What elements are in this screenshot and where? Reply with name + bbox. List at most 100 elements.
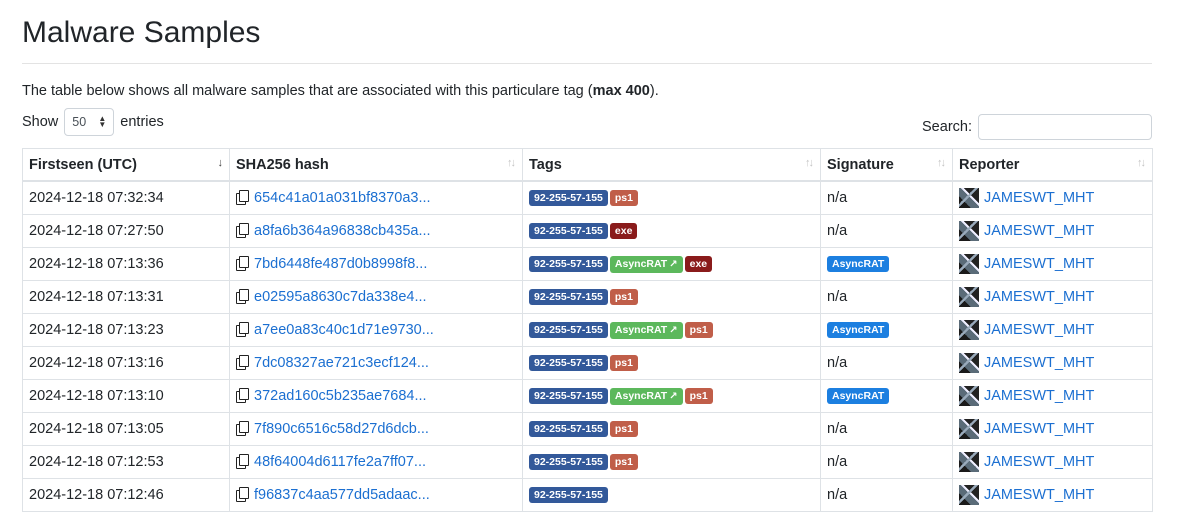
reporter-link[interactable]: JAMESWT_MHT	[984, 289, 1094, 305]
reporter-link[interactable]: JAMESWT_MHT	[984, 454, 1094, 470]
intro-text: The table below shows all malware sample…	[22, 64, 1152, 106]
tag-badge-exe[interactable]: exe	[609, 223, 638, 239]
tag-badge-async[interactable]: AsyncRAT ↗	[609, 387, 683, 405]
reporter-avatar	[959, 485, 979, 505]
tag-badge-ip[interactable]: 92-255-57-155	[529, 255, 608, 272]
sha256-hash-link[interactable]: e02595a8630c7da338e4...	[254, 289, 427, 305]
cell-tags: 92-255-57-155 ps1	[522, 280, 821, 314]
cell-sha256: 654c41a01a031bf8370a3...	[229, 180, 523, 215]
tag-label: 92-255-57-155	[534, 423, 603, 435]
tag-badge-async[interactable]: AsyncRAT ↗	[609, 255, 683, 273]
cell-sha256: 48f64004d6117fe2a7ff07...	[229, 445, 523, 479]
signature-badge[interactable]: AsyncRAT	[827, 322, 890, 338]
reporter-avatar	[959, 386, 979, 406]
reporter-link[interactable]: JAMESWT_MHT	[984, 322, 1094, 338]
tag-label: AsyncRAT	[614, 389, 668, 402]
tag-badge-ip[interactable]: 92-255-57-155	[529, 190, 608, 206]
sha256-hash-link[interactable]: 7dc08327ae721c3ecf124...	[254, 355, 429, 371]
reporter-link[interactable]: JAMESWT_MHT	[984, 388, 1094, 404]
tag-badge-ps1[interactable]: ps1	[684, 387, 713, 404]
sha256-hash-link[interactable]: 48f64004d6117fe2a7ff07...	[254, 454, 426, 470]
copy-icon[interactable]	[236, 388, 249, 403]
copy-icon[interactable]	[236, 190, 249, 205]
tag-badge-ip[interactable]: 92-255-57-155	[529, 321, 608, 338]
search-control: Search:	[922, 114, 1152, 140]
sha256-hash-link[interactable]: 654c41a01a031bf8370a3...	[254, 190, 431, 206]
reporter-link[interactable]: JAMESWT_MHT	[984, 256, 1094, 272]
tag-badge-exe[interactable]: exe	[684, 255, 713, 272]
copy-icon[interactable]	[236, 223, 249, 238]
header-firstseen[interactable]: Firstseen (UTC) ↓	[22, 148, 230, 182]
tag-badge-ps1[interactable]: ps1	[609, 454, 638, 470]
cell-reporter: JAMESWT_MHT	[952, 478, 1153, 512]
tag-badge-ps1[interactable]: ps1	[609, 190, 638, 206]
tag-badge-ip[interactable]: 92-255-57-155	[529, 223, 608, 239]
tag-badge-ip[interactable]: 92-255-57-155	[529, 421, 608, 437]
copy-icon[interactable]	[236, 289, 249, 304]
tag-badge-ip[interactable]: 92-255-57-155	[529, 387, 608, 404]
cell-sha256: 7dc08327ae721c3ecf124...	[229, 346, 523, 380]
reporter-avatar	[959, 287, 979, 307]
tag-label: 92-255-57-155	[534, 192, 603, 204]
header-signature[interactable]: Signature ↑↓	[820, 148, 953, 182]
reporter-link[interactable]: JAMESWT_MHT	[984, 190, 1094, 206]
cell-firstseen: 2024-12-18 07:13:05	[22, 412, 230, 446]
cell-reporter: JAMESWT_MHT	[952, 412, 1153, 446]
sha256-hash-link[interactable]: f96837c4aa577dd5adaac...	[254, 487, 430, 503]
copy-icon[interactable]	[236, 355, 249, 370]
table-row: 2024-12-18 07:12:53 48f64004d6117fe2a7ff0…	[22, 445, 1153, 479]
tag-label: 92-255-57-155	[534, 489, 603, 501]
tag-badge-ps1[interactable]: ps1	[609, 289, 638, 305]
tag-badge-ip[interactable]: 92-255-57-155	[529, 355, 608, 371]
cell-signature: n/a	[820, 445, 953, 479]
cell-signature: AsyncRAT	[820, 313, 953, 347]
copy-icon[interactable]	[236, 256, 249, 271]
cell-tags: 92-255-57-155 exe	[522, 214, 821, 248]
reporter: JAMESWT_MHT	[959, 188, 1146, 208]
signature-badge[interactable]: AsyncRAT	[827, 256, 890, 272]
sha256-hash-link[interactable]: a7ee0a83c40c1d71e9730...	[254, 322, 434, 338]
table-row: 2024-12-18 07:13:31 e02595a8630c7da338e4.…	[22, 280, 1153, 314]
sha256-hash-link[interactable]: 7bd6448fe487d0b8998f8...	[254, 256, 427, 272]
signature-badge[interactable]: AsyncRAT	[827, 388, 890, 404]
copy-icon[interactable]	[236, 421, 249, 436]
reporter-link[interactable]: JAMESWT_MHT	[984, 487, 1094, 503]
tag-label: exe	[614, 225, 633, 237]
tag-badge-ip[interactable]: 92-255-57-155	[529, 454, 608, 470]
header-sha256-label: SHA256 hash	[236, 156, 329, 173]
tag-label: ps1	[614, 456, 633, 468]
entries-select[interactable]: 50 ▲ ▼	[64, 108, 115, 136]
sha256-hash-link[interactable]: 372ad160c5b235ae7684...	[254, 388, 427, 404]
reporter-link[interactable]: JAMESWT_MHT	[984, 421, 1094, 437]
tag-badge-ps1[interactable]: ps1	[609, 355, 638, 371]
header-tags[interactable]: Tags ↑↓	[522, 148, 821, 182]
table-body: 2024-12-18 07:32:34 654c41a01a031bf8370a3…	[22, 180, 1153, 512]
sha256-hash-link[interactable]: a8fa6b364a96838cb435a...	[254, 223, 431, 239]
cell-reporter: JAMESWT_MHT	[952, 313, 1153, 347]
cell-tags: 92-255-57-155 AsyncRAT ↗ exe	[522, 247, 821, 281]
header-reporter[interactable]: Reporter ↑↓	[952, 148, 1153, 182]
reporter-avatar	[959, 221, 979, 241]
reporter-link[interactable]: JAMESWT_MHT	[984, 223, 1094, 239]
cell-sha256: 372ad160c5b235ae7684...	[229, 379, 523, 413]
reporter-link[interactable]: JAMESWT_MHT	[984, 355, 1094, 371]
page-title: Malware Samples	[22, 16, 261, 49]
tag-badge-ps1[interactable]: ps1	[684, 321, 713, 338]
tag-badge-ps1[interactable]: ps1	[609, 421, 638, 437]
tag-badge-ip[interactable]: 92-255-57-155	[529, 289, 608, 305]
copy-icon[interactable]	[236, 487, 249, 502]
header-sha256[interactable]: SHA256 hash ↑↓	[229, 148, 523, 182]
cell-reporter: JAMESWT_MHT	[952, 379, 1153, 413]
sha256-hash-link[interactable]: 7f890c6516c58d27d6dcb...	[254, 421, 429, 437]
table-header-row: Firstseen (UTC) ↓ SHA256 hash ↑↓ Tags ↑↓ Si…	[22, 148, 1153, 182]
cell-sha256: 7f890c6516c58d27d6dcb...	[229, 412, 523, 446]
signature-text: n/a	[827, 289, 848, 305]
copy-icon[interactable]	[236, 454, 249, 469]
tag-badge-async[interactable]: AsyncRAT ↗	[609, 321, 683, 339]
reporter: JAMESWT_MHT	[959, 485, 1146, 505]
tag-badge-ip[interactable]: 92-255-57-155	[529, 487, 608, 503]
table-row: 2024-12-18 07:13:16 7dc08327ae721c3ecf124…	[22, 346, 1153, 380]
copy-icon[interactable]	[236, 322, 249, 337]
tag-label: 92-255-57-155	[534, 257, 603, 270]
search-input[interactable]	[978, 114, 1152, 140]
